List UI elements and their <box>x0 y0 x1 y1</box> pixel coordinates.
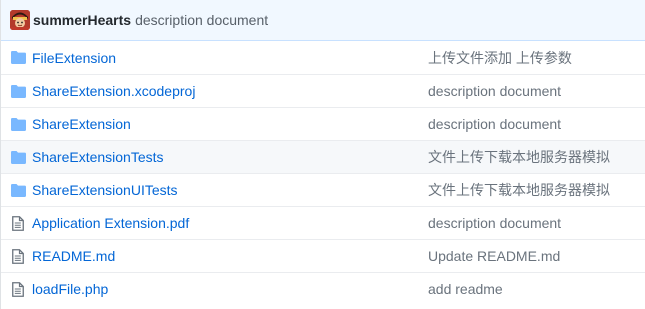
table-row: ShareExtensionTests 文件上传下载本地服务器模拟 <box>1 140 645 173</box>
folder-icon <box>10 116 26 132</box>
file-icon <box>10 281 26 297</box>
commit-message-link[interactable]: description document <box>428 215 561 231</box>
file-icon <box>10 248 26 264</box>
folder-icon <box>10 83 26 99</box>
table-row: Application Extension.pdf description do… <box>1 206 645 239</box>
commit-message[interactable]: description document <box>135 12 268 28</box>
file-name-link[interactable]: FileExtension <box>32 50 428 66</box>
file-list: FileExtension 上传文件添加 上传参数 ShareExtension… <box>1 41 645 305</box>
table-row: loadFile.php add readme <box>1 272 645 305</box>
table-row: ShareExtensionUITests 文件上传下载本地服务器模拟 <box>1 173 645 206</box>
folder-icon <box>10 149 26 165</box>
file-icon <box>10 215 26 231</box>
table-row: FileExtension 上传文件添加 上传参数 <box>1 41 645 74</box>
file-name-link[interactable]: ShareExtension <box>32 116 428 132</box>
commit-message-link[interactable]: description document <box>428 116 561 132</box>
commit-message-link[interactable]: 文件上传下载本地服务器模拟 <box>428 147 610 167</box>
file-name-link[interactable]: ShareExtensionTests <box>32 149 428 165</box>
file-name-link[interactable]: Application Extension.pdf <box>32 215 428 231</box>
commit-message-link[interactable]: Update README.md <box>428 248 560 264</box>
file-name-link[interactable]: README.md <box>32 248 428 264</box>
commit-message-link[interactable]: 上传文件添加 上传参数 <box>428 48 572 68</box>
table-row: README.md Update README.md <box>1 239 645 272</box>
commit-author-link[interactable]: summerHearts <box>33 12 131 28</box>
file-name-link[interactable]: ShareExtensionUITests <box>32 182 428 198</box>
commit-message-link[interactable]: 文件上传下载本地服务器模拟 <box>428 180 610 200</box>
table-row: ShareExtension.xcodeproj description doc… <box>1 74 645 107</box>
folder-icon <box>10 182 26 198</box>
avatar[interactable] <box>10 10 30 30</box>
commit-message-link[interactable]: description document <box>428 83 561 99</box>
latest-commit-bar: summerHearts description document <box>1 0 645 41</box>
commit-message-link[interactable]: add readme <box>428 281 503 297</box>
file-name-link[interactable]: ShareExtension.xcodeproj <box>32 83 428 99</box>
avatar-image <box>10 10 30 30</box>
file-name-link[interactable]: loadFile.php <box>32 281 428 297</box>
file-browser: summerHearts description document FileEx… <box>0 0 645 309</box>
table-row: ShareExtension description document <box>1 107 645 140</box>
folder-icon <box>10 50 26 66</box>
